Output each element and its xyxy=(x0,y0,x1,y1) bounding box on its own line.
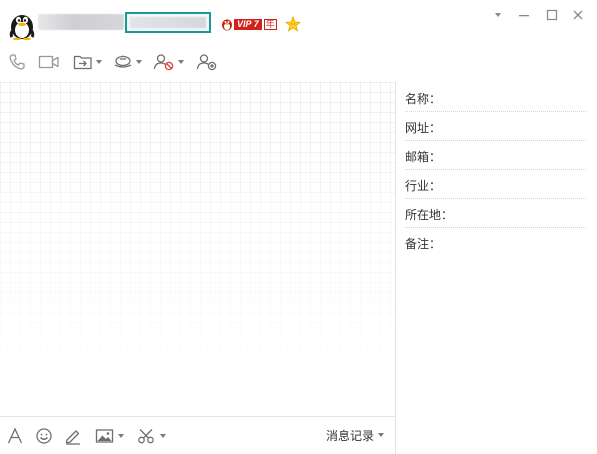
add-contact-icon xyxy=(196,54,217,71)
file-transfer-dropdown-icon xyxy=(96,60,102,64)
close-icon[interactable] xyxy=(571,8,585,22)
info-label-email: 邮箱： xyxy=(405,150,442,164)
file-transfer-button[interactable] xyxy=(73,52,102,72)
phone-call-button[interactable] xyxy=(8,52,26,72)
info-row-location: 所在地： xyxy=(405,200,586,228)
qq-penguin-avatar[interactable] xyxy=(8,10,36,41)
signature-field[interactable] xyxy=(125,12,211,33)
info-label-remark: 备注： xyxy=(405,237,442,251)
info-row-industry: 行业： xyxy=(405,171,586,199)
remote-assist-dropdown-icon xyxy=(136,60,142,64)
add-contact-button[interactable] xyxy=(196,52,218,72)
vip-level-label: VIP 7 xyxy=(234,18,262,30)
emoji-icon xyxy=(36,428,52,444)
info-row-remark: 备注： xyxy=(405,229,586,257)
screenshot-scissors-icon xyxy=(138,429,154,444)
info-label-name: 名称： xyxy=(405,92,442,106)
chat-header: VIP 7 年 xyxy=(0,0,597,82)
block-contact-button[interactable] xyxy=(153,52,184,72)
maximize-icon[interactable] xyxy=(545,8,559,22)
minimize-icon[interactable] xyxy=(517,8,531,22)
vip-badge[interactable]: VIP 7 年 xyxy=(221,17,277,31)
video-icon xyxy=(38,55,59,69)
screenshot-dropdown-icon xyxy=(160,434,166,438)
video-call-button[interactable] xyxy=(38,52,60,72)
phone-icon xyxy=(9,54,25,70)
vip-penguin-icon xyxy=(222,19,232,31)
image-icon xyxy=(95,429,114,443)
file-transfer-icon xyxy=(73,55,92,70)
dropdown-icon[interactable] xyxy=(491,8,505,22)
font-button[interactable] xyxy=(6,426,24,446)
message-area[interactable] xyxy=(0,82,395,417)
contact-name-redacted xyxy=(38,14,124,30)
remote-assist-icon xyxy=(114,55,132,68)
info-label-website: 网址： xyxy=(405,121,442,135)
message-history-dropdown-icon xyxy=(378,433,385,437)
contact-info-panel: 名称： 网址： 邮箱： 行业： 所在地： 备注： xyxy=(396,82,597,454)
info-row-name: 名称： xyxy=(405,84,586,112)
emoji-button[interactable] xyxy=(35,426,53,446)
star-icon[interactable] xyxy=(284,15,302,32)
vip-year-label: 年 xyxy=(263,18,277,30)
image-dropdown-icon xyxy=(118,434,124,438)
font-icon xyxy=(7,427,23,444)
chat-window: VIP 7 年 消息记录 名称： 网址： 邮箱： 行业： 所在地： 备注： xyxy=(0,0,597,454)
pen-icon xyxy=(65,430,80,445)
screenshot-button[interactable] xyxy=(137,426,166,446)
info-label-industry: 行业： xyxy=(405,179,442,193)
message-history-label: 消息记录 xyxy=(326,428,375,443)
info-row-email: 邮箱： xyxy=(405,142,586,170)
info-label-location: 所在地： xyxy=(405,208,454,222)
block-contact-icon xyxy=(153,54,174,71)
info-row-website: 网址： xyxy=(405,113,586,141)
input-divider xyxy=(0,416,395,417)
image-button[interactable] xyxy=(95,426,124,446)
block-contact-dropdown-icon xyxy=(178,60,184,64)
remote-assist-button[interactable] xyxy=(113,52,142,72)
handwriting-button[interactable] xyxy=(64,426,82,446)
message-history-button[interactable]: 消息记录 xyxy=(326,427,385,443)
